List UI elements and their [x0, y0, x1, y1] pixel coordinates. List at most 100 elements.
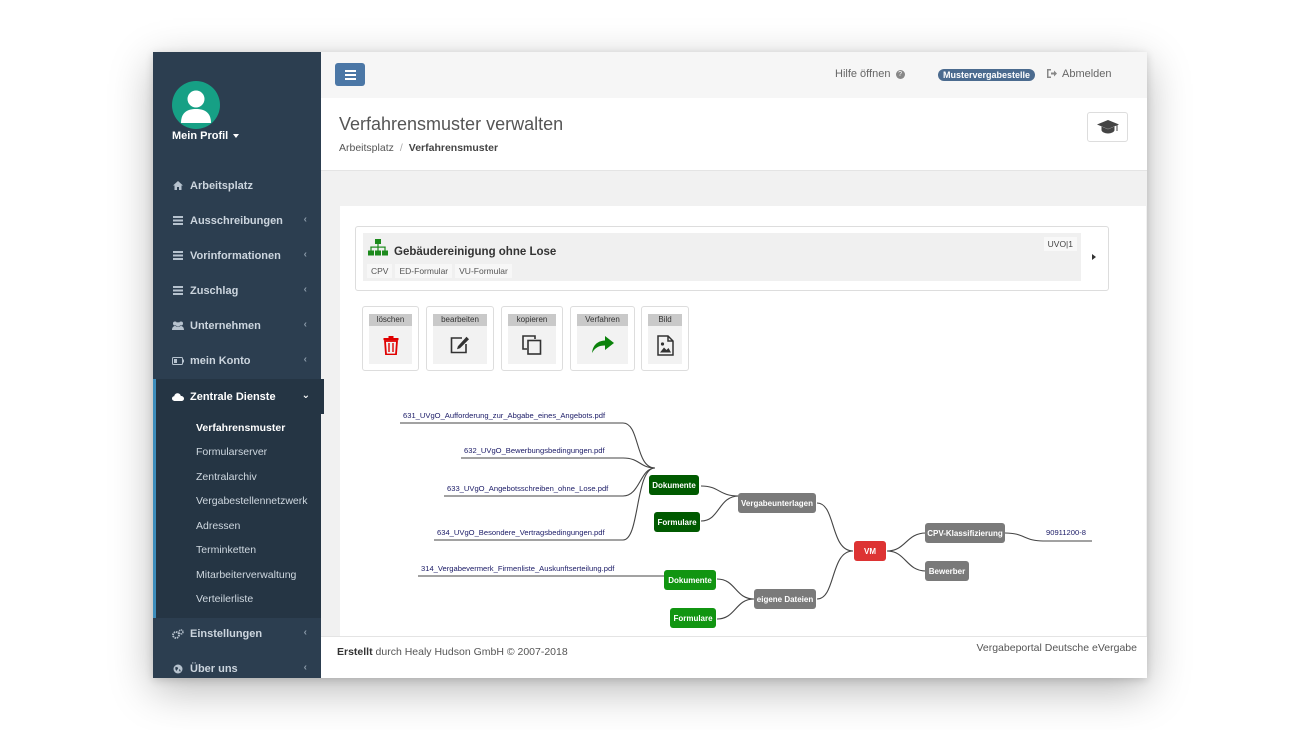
sidebar-item-zentrale-dienste[interactable]: Zentrale Dienste ⌄: [153, 379, 324, 414]
logout-label: Abmelden: [1062, 68, 1112, 80]
mm-node-cpv-klassifizierung[interactable]: CPV-Klassifizierung: [925, 523, 1005, 543]
submenu-item-zentralarchiv[interactable]: Zentralarchiv: [196, 471, 257, 483]
mm-node-dokumente[interactable]: Dokumente: [649, 475, 699, 495]
mm-leaf-file[interactable]: 314_Vergabevermerk_Firmenliste_Auskunfts…: [421, 564, 614, 573]
sidebar-toggle-button[interactable]: [335, 63, 365, 86]
sidebar-item-ausschreibungen[interactable]: Ausschreibungen ‹: [153, 203, 321, 238]
submenu-item-verteilerliste[interactable]: Verteilerliste: [196, 593, 253, 605]
sidebar-item-label: Vorinformationen: [190, 249, 281, 262]
user-avatar-icon: [181, 90, 211, 123]
sidebar-item-arbeitsplatz[interactable]: Arbeitsplatz: [153, 168, 321, 203]
chevron-left-icon: ‹: [303, 319, 307, 330]
sidebar-item-ueber-uns[interactable]: Über uns ‹: [153, 651, 321, 678]
caret-down-icon: [233, 134, 240, 139]
sidebar-item-vorinformationen[interactable]: Vorinformationen ‹: [153, 238, 321, 273]
connector: [816, 550, 854, 600]
chevron-left-icon: ‹: [303, 354, 307, 365]
sidebar-item-label: mein Konto: [190, 354, 251, 367]
mm-node-dokumente-eigene[interactable]: Dokumente: [664, 570, 716, 590]
sidebar-item-unternehmen[interactable]: Unternehmen ‹: [153, 308, 321, 343]
submenu-item-vergabestellennetzwerk[interactable]: Vergabestellennetzwerk: [196, 495, 308, 507]
breadcrumb-current: Verfahrensmuster: [408, 142, 499, 154]
mm-node-bewerber[interactable]: Bewerber: [925, 561, 969, 581]
page-title: Verfahrensmuster verwalten: [339, 114, 564, 134]
connector: [700, 495, 740, 522]
tutorial-button[interactable]: [1087, 112, 1128, 142]
sign-out-icon: [1047, 69, 1057, 78]
submenu-item-verfahrensmuster[interactable]: Verfahrensmuster: [196, 422, 285, 434]
mm-leaf-file[interactable]: 631_UVgO_Aufforderung_zur_Abgabe_eines_A…: [403, 411, 605, 420]
sidebar-item-label: Ausschreibungen: [190, 214, 283, 227]
chevron-left-icon: ‹: [303, 214, 307, 225]
submenu-item-terminketten[interactable]: Terminketten: [196, 544, 256, 556]
connector: [700, 485, 740, 497]
submenu-item-formularserver[interactable]: Formularserver: [196, 446, 267, 458]
list-icon: [172, 286, 184, 295]
connector: [816, 502, 854, 552]
help-link[interactable]: Hilfe öffnen ?: [835, 68, 905, 80]
sidebar-item-label: Unternehmen: [190, 319, 261, 332]
org-badge[interactable]: Mustervergabestelle: [938, 69, 1036, 81]
sidebar-item-label: Arbeitsplatz: [190, 179, 253, 192]
content-panel: Gebäudereinigung ohne Lose CPV ED-Formul…: [340, 206, 1146, 678]
mm-node-formulare-eigene[interactable]: Formulare: [670, 608, 716, 628]
mm-leaf-file[interactable]: 633_UVgO_Angebotsschreiben_ohne_Lose.pdf: [447, 484, 608, 493]
topbar: Hilfe öffnen ? Mustervergabestelle Abmel…: [321, 52, 1147, 99]
mm-node-root-vm[interactable]: VM: [854, 541, 886, 561]
footer: Erstellt durch Healy Hudson GmbH © 2007-…: [321, 636, 1147, 678]
sidebar-item-label: Über uns: [190, 662, 238, 675]
battery-icon: [172, 356, 184, 365]
cogs-icon: [172, 628, 184, 639]
chevron-down-icon: ⌄: [301, 390, 310, 401]
sidebar-item-label: Zentrale Dienste: [190, 390, 276, 403]
submenu-item-mitarbeiterverwaltung[interactable]: Mitarbeiterverwaltung: [196, 569, 296, 581]
app-window: Mein Profil Arbeitsplatz Ausschreibungen…: [153, 52, 1147, 678]
mm-node-vergabeunterlagen[interactable]: Vergabeunterlagen: [738, 493, 816, 513]
help-label: Hilfe öffnen: [835, 68, 891, 80]
submenu-item-adressen[interactable]: Adressen: [196, 520, 240, 532]
question-circle-icon: ?: [895, 69, 905, 79]
chevron-left-icon: ‹: [303, 284, 307, 295]
home-icon: [172, 181, 184, 190]
footer-created-text: durch Healy Hudson GmbH © 2007-2018: [375, 646, 568, 658]
sidebar-item-label: Einstellungen: [190, 627, 263, 640]
chevron-left-icon: ‹: [303, 662, 307, 673]
list-icon: [172, 216, 184, 225]
mm-leaf-file[interactable]: 634_UVgO_Besondere_Vertragsbedingungen.p…: [437, 528, 605, 537]
breadcrumb: Arbeitsplatz / Verfahrensmuster: [339, 142, 498, 154]
footer-created-label: Erstellt: [337, 646, 373, 658]
mm-node-eigene-dateien[interactable]: eigene Dateien: [754, 589, 816, 609]
sidebar-item-zuschlag[interactable]: Zuschlag ‹: [153, 273, 321, 308]
connector: [886, 550, 927, 572]
footer-copyright: Erstellt durch Healy Hudson GmbH © 2007-…: [337, 646, 568, 658]
profile-menu[interactable]: Mein Profil: [172, 130, 240, 142]
mm-leaf-cpv-code[interactable]: 90911200-8: [1046, 528, 1086, 537]
mm-node-formulare[interactable]: Formulare: [654, 512, 700, 532]
chevron-left-icon: ‹: [303, 249, 307, 260]
profile-label: Mein Profil: [172, 130, 229, 142]
breadcrumb-separator: /: [399, 142, 403, 154]
sidebar: Mein Profil Arbeitsplatz Ausschreibungen…: [153, 52, 324, 678]
connector: [886, 532, 927, 552]
connector: [622, 422, 656, 469]
connector: [716, 598, 755, 620]
sidebar-item-mein-konto[interactable]: mein Konto ‹: [153, 343, 321, 378]
cloud-icon: [172, 392, 184, 401]
graduation-cap-icon: [1096, 120, 1119, 134]
sidebar-item-einstellungen[interactable]: Einstellungen ‹: [153, 616, 321, 651]
chevron-left-icon: ‹: [303, 627, 307, 638]
hamburger-icon: [344, 69, 356, 72]
connector: [716, 578, 755, 600]
users-icon: [172, 321, 184, 330]
logout-link[interactable]: Abmelden: [1047, 68, 1112, 80]
submenu-zentrale-dienste: Verfahrensmuster Formularserver Zentrala…: [153, 414, 321, 618]
breadcrumb-root[interactable]: Arbeitsplatz: [339, 142, 394, 154]
page-header: Verfahrensmuster verwalten Arbeitsplatz /…: [321, 98, 1147, 171]
footer-portal-name: Vergabeportal Deutsche eVergabe: [976, 642, 1137, 654]
list-icon: [172, 251, 184, 260]
globe-icon: [172, 664, 184, 674]
mm-leaf-file[interactable]: 632_UVgO_Bewerbungsbedingungen.pdf: [464, 446, 605, 455]
sidebar-item-label: Zuschlag: [190, 284, 239, 297]
connector: [1004, 532, 1044, 542]
avatar[interactable]: [172, 81, 220, 129]
